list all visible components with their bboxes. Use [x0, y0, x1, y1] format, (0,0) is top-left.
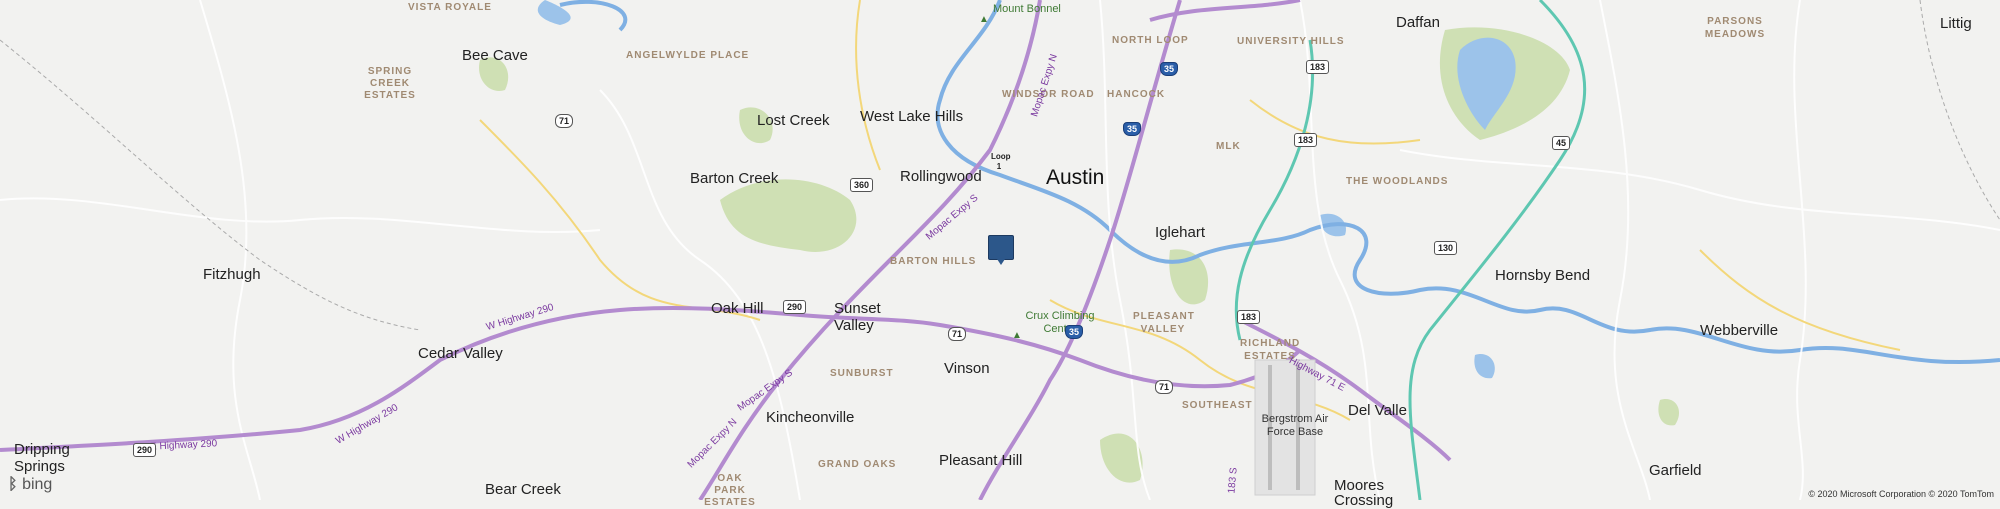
- location-pin-marker[interactable]: [988, 235, 1014, 265]
- bing-logo[interactable]: ᛒ bing: [8, 476, 52, 494]
- us-183-shield-c: 183: [1237, 310, 1261, 324]
- loop-1-shield: Loop 1: [991, 152, 1011, 171]
- rm-360-shield: 360: [850, 178, 874, 192]
- us-183-shield-a: 183: [1306, 60, 1330, 74]
- state-71-shield-c: 71: [1155, 380, 1174, 394]
- copyright-text: © 2020 Microsoft Corporation © 2020 TomT…: [1808, 489, 1994, 499]
- bing-icon: ᛒ: [8, 476, 18, 493]
- arterial-roads: [479, 0, 1901, 421]
- bing-logo-text: bing: [22, 476, 53, 493]
- interstate-35-shield-b: 35: [1123, 122, 1142, 136]
- us-183-shield-b: 183: [1294, 133, 1318, 147]
- state-71-shield-b: 71: [948, 327, 967, 341]
- interstate-35-shield-a: 35: [1160, 62, 1179, 76]
- state-71-shield-a: 71: [555, 114, 574, 128]
- us-290-shield-a: 290: [783, 300, 807, 314]
- airport-area: [1254, 359, 1316, 496]
- sh-45-shield: 45: [1552, 136, 1571, 150]
- highways: [0, 0, 1452, 500]
- interstate-35-shield-c: 35: [1065, 325, 1084, 339]
- us-290-shield-b: 290: [133, 443, 157, 457]
- sh-130-shield: 130: [1434, 241, 1458, 255]
